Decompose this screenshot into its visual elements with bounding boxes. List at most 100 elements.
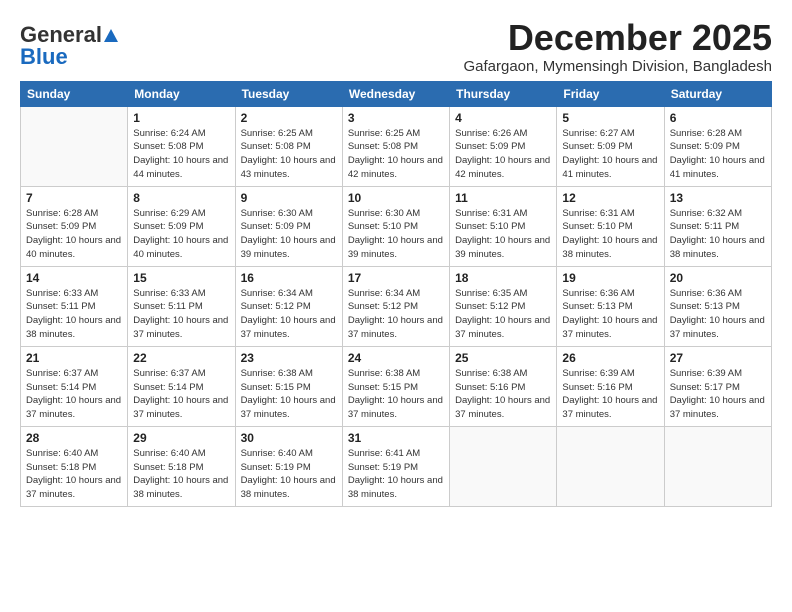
day-number: 21 <box>26 351 122 365</box>
logo-icon <box>103 28 119 44</box>
day-info: Sunrise: 6:40 AMSunset: 5:18 PMDaylight:… <box>26 447 122 502</box>
table-row: 23 Sunrise: 6:38 AMSunset: 5:15 PMDayligh… <box>235 346 342 426</box>
day-info: Sunrise: 6:24 AMSunset: 5:08 PMDaylight:… <box>133 127 229 182</box>
table-row: 8 Sunrise: 6:29 AMSunset: 5:09 PMDaylight… <box>128 186 235 266</box>
table-row: 21 Sunrise: 6:37 AMSunset: 5:14 PMDayligh… <box>21 346 128 426</box>
day-number: 26 <box>562 351 658 365</box>
table-row: 25 Sunrise: 6:38 AMSunset: 5:16 PMDayligh… <box>450 346 557 426</box>
day-info: Sunrise: 6:39 AMSunset: 5:16 PMDaylight:… <box>562 367 658 422</box>
day-info: Sunrise: 6:27 AMSunset: 5:09 PMDaylight:… <box>562 127 658 182</box>
day-info: Sunrise: 6:26 AMSunset: 5:09 PMDaylight:… <box>455 127 551 182</box>
col-friday: Friday <box>557 81 664 106</box>
day-info: Sunrise: 6:29 AMSunset: 5:09 PMDaylight:… <box>133 207 229 262</box>
table-row: 12Sunrise: 6:31 AMSunset: 5:10 PMDayligh… <box>557 186 664 266</box>
day-info: Sunrise: 6:38 AMSunset: 5:16 PMDaylight:… <box>455 367 551 422</box>
table-row: 24 Sunrise: 6:38 AMSunset: 5:15 PMDayligh… <box>342 346 449 426</box>
table-row: 28Sunrise: 6:40 AMSunset: 5:18 PMDayligh… <box>21 426 128 506</box>
day-info: Sunrise: 6:40 AMSunset: 5:18 PMDaylight:… <box>133 447 229 502</box>
day-number: 2 <box>241 111 337 125</box>
table-row: 7 Sunrise: 6:28 AMSunset: 5:09 PMDaylight… <box>21 186 128 266</box>
table-row: 26 Sunrise: 6:39 AMSunset: 5:16 PMDayligh… <box>557 346 664 426</box>
table-row: 16Sunrise: 6:34 AMSunset: 5:12 PMDayligh… <box>235 266 342 346</box>
logo: General Blue <box>20 22 119 70</box>
col-sunday: Sunday <box>21 81 128 106</box>
month-title: December 2025 <box>463 18 772 58</box>
day-number: 19 <box>562 271 658 285</box>
day-number: 10 <box>348 191 444 205</box>
day-info: Sunrise: 6:30 AMSunset: 5:09 PMDaylight:… <box>241 207 337 262</box>
day-info: Sunrise: 6:35 AMSunset: 5:12 PMDaylight:… <box>455 287 551 342</box>
calendar-header-row: Sunday Monday Tuesday Wednesday Thursday… <box>21 81 772 106</box>
logo-blue: Blue <box>20 44 68 70</box>
day-number: 14 <box>26 271 122 285</box>
day-info: Sunrise: 6:28 AMSunset: 5:09 PMDaylight:… <box>670 127 766 182</box>
location: Gafargaon, Mymensingh Division, Banglade… <box>463 58 772 75</box>
table-row <box>664 426 771 506</box>
calendar-week-row: 21 Sunrise: 6:37 AMSunset: 5:14 PMDayligh… <box>21 346 772 426</box>
day-info: Sunrise: 6:25 AMSunset: 5:08 PMDaylight:… <box>348 127 444 182</box>
day-info: Sunrise: 6:38 AMSunset: 5:15 PMDaylight:… <box>241 367 337 422</box>
day-number: 31 <box>348 431 444 445</box>
day-number: 11 <box>455 191 551 205</box>
day-number: 18 <box>455 271 551 285</box>
table-row <box>21 106 128 186</box>
day-info: Sunrise: 6:31 AMSunset: 5:10 PMDaylight:… <box>455 207 551 262</box>
day-number: 23 <box>241 351 337 365</box>
day-number: 17 <box>348 271 444 285</box>
day-number: 30 <box>241 431 337 445</box>
day-number: 7 <box>26 191 122 205</box>
day-number: 16 <box>241 271 337 285</box>
day-number: 9 <box>241 191 337 205</box>
day-info: Sunrise: 6:38 AMSunset: 5:15 PMDaylight:… <box>348 367 444 422</box>
day-number: 22 <box>133 351 229 365</box>
table-row: 30Sunrise: 6:40 AMSunset: 5:19 PMDayligh… <box>235 426 342 506</box>
calendar-week-row: 7 Sunrise: 6:28 AMSunset: 5:09 PMDaylight… <box>21 186 772 266</box>
col-tuesday: Tuesday <box>235 81 342 106</box>
table-row: 20Sunrise: 6:36 AMSunset: 5:13 PMDayligh… <box>664 266 771 346</box>
header: General Blue December 2025 Gafargaon, My… <box>20 18 772 75</box>
day-info: Sunrise: 6:41 AMSunset: 5:19 PMDaylight:… <box>348 447 444 502</box>
day-number: 15 <box>133 271 229 285</box>
day-info: Sunrise: 6:36 AMSunset: 5:13 PMDaylight:… <box>562 287 658 342</box>
table-row: 17Sunrise: 6:34 AMSunset: 5:12 PMDayligh… <box>342 266 449 346</box>
table-row: 19 Sunrise: 6:36 AMSunset: 5:13 PMDayligh… <box>557 266 664 346</box>
table-row: 15 Sunrise: 6:33 AMSunset: 5:11 PMDayligh… <box>128 266 235 346</box>
day-number: 8 <box>133 191 229 205</box>
table-row: 10 Sunrise: 6:30 AMSunset: 5:10 PMDayligh… <box>342 186 449 266</box>
day-number: 24 <box>348 351 444 365</box>
day-info: Sunrise: 6:33 AMSunset: 5:11 PMDaylight:… <box>133 287 229 342</box>
table-row: 1 Sunrise: 6:24 AMSunset: 5:08 PMDaylight… <box>128 106 235 186</box>
calendar-week-row: 14 Sunrise: 6:33 AMSunset: 5:11 PMDayligh… <box>21 266 772 346</box>
table-row: 14Sunrise: 6:33 AMSunset: 5:11 PMDayligh… <box>21 266 128 346</box>
day-number: 25 <box>455 351 551 365</box>
day-number: 20 <box>670 271 766 285</box>
table-row: 5 Sunrise: 6:27 AMSunset: 5:09 PMDaylight… <box>557 106 664 186</box>
table-row: 11 Sunrise: 6:31 AMSunset: 5:10 PMDayligh… <box>450 186 557 266</box>
table-row: 4 Sunrise: 6:26 AMSunset: 5:09 PMDaylight… <box>450 106 557 186</box>
day-number: 12 <box>562 191 658 205</box>
table-row: 2 Sunrise: 6:25 AMSunset: 5:08 PMDaylight… <box>235 106 342 186</box>
page: General Blue December 2025 Gafargaon, My… <box>0 0 792 612</box>
table-row: 18 Sunrise: 6:35 AMSunset: 5:12 PMDayligh… <box>450 266 557 346</box>
table-row: 13Sunrise: 6:32 AMSunset: 5:11 PMDayligh… <box>664 186 771 266</box>
day-number: 5 <box>562 111 658 125</box>
day-number: 4 <box>455 111 551 125</box>
col-monday: Monday <box>128 81 235 106</box>
col-wednesday: Wednesday <box>342 81 449 106</box>
table-row: 29Sunrise: 6:40 AMSunset: 5:18 PMDayligh… <box>128 426 235 506</box>
day-number: 1 <box>133 111 229 125</box>
day-info: Sunrise: 6:25 AMSunset: 5:08 PMDaylight:… <box>241 127 337 182</box>
table-row: 31 Sunrise: 6:41 AMSunset: 5:19 PMDayligh… <box>342 426 449 506</box>
table-row: 9 Sunrise: 6:30 AMSunset: 5:09 PMDaylight… <box>235 186 342 266</box>
calendar-week-row: 28Sunrise: 6:40 AMSunset: 5:18 PMDayligh… <box>21 426 772 506</box>
day-number: 13 <box>670 191 766 205</box>
day-info: Sunrise: 6:28 AMSunset: 5:09 PMDaylight:… <box>26 207 122 262</box>
table-row: 6Sunrise: 6:28 AMSunset: 5:09 PMDaylight… <box>664 106 771 186</box>
day-number: 3 <box>348 111 444 125</box>
table-row <box>557 426 664 506</box>
col-saturday: Saturday <box>664 81 771 106</box>
day-info: Sunrise: 6:39 AMSunset: 5:17 PMDaylight:… <box>670 367 766 422</box>
day-info: Sunrise: 6:30 AMSunset: 5:10 PMDaylight:… <box>348 207 444 262</box>
col-thursday: Thursday <box>450 81 557 106</box>
day-info: Sunrise: 6:37 AMSunset: 5:14 PMDaylight:… <box>26 367 122 422</box>
